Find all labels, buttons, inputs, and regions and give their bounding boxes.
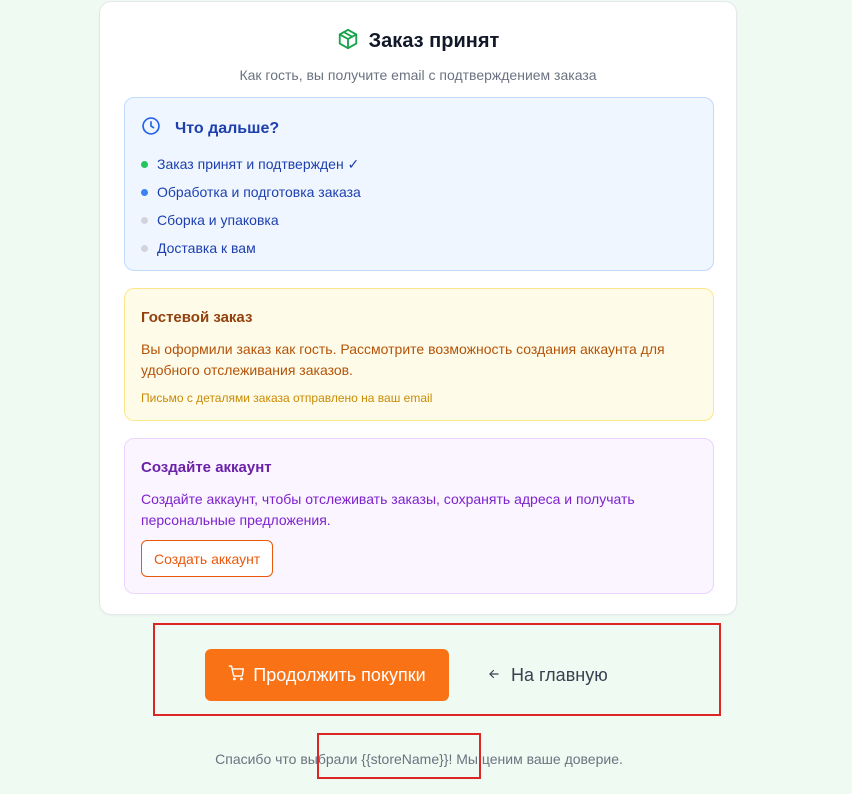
step-item: Обработка и подготовка заказа [141,178,361,206]
cart-icon [228,664,245,686]
next-steps-title: Что дальше? [175,119,280,137]
title-row: Заказ принят [337,28,500,55]
home-link-label: На главную [511,664,608,685]
status-dot [141,216,148,224]
next-steps-list: Заказ принят и подтвержден ✓ Обработка и… [141,150,361,262]
create-account-title: Создайте аккаунт [141,459,272,476]
step-label: Доставка к вам [157,240,256,256]
card-header: Заказ принят Как гость, вы получите emai… [100,28,736,83]
guest-order-title: Гостевой заказ [141,309,253,326]
step-item: Заказ принят и подтвержден ✓ [141,150,361,178]
order-confirmation-page: Заказ принят Как гость, вы получите emai… [0,0,852,794]
page-title: Заказ принят [368,30,500,52]
next-steps-panel: Что дальше? Заказ принят и подтвержден ✓… [124,97,714,271]
guest-order-panel: Гостевой заказ Вы оформили заказ как гос… [124,288,714,421]
create-account-panel: Создайте аккаунт Создайте аккаунт, чтобы… [124,438,714,594]
step-label: Заказ принят и подтвержден ✓ [157,155,360,172]
actions-highlight-box: Продолжить покупки На главную [153,623,721,716]
create-account-button[interactable]: Создать аккаунт [141,540,274,577]
status-dot [141,160,148,168]
package-icon [337,28,359,55]
step-label: Обработка и подготовка заказа [157,184,361,200]
continue-shopping-label: Продолжить покупки [253,664,426,685]
home-link[interactable]: На главную [481,649,614,701]
status-dot [141,244,148,252]
order-confirmation-card: Заказ принят Как гость, вы получите emai… [99,1,737,615]
footer-thanks-text: Спасибо что выбрали {{storeName}}! Мы це… [215,751,623,767]
status-dot [141,188,148,196]
guest-order-note: Письмо с деталями заказа отправлено на в… [141,391,433,405]
step-label: Сборка и упаковка [157,212,279,228]
arrow-left-icon [487,665,501,686]
continue-shopping-button[interactable]: Продолжить покупки [205,649,449,701]
clock-icon [141,116,161,141]
create-account-text: Создайте аккаунт, чтобы отслеживать зака… [141,491,635,528]
step-item: Сборка и упаковка [141,206,361,234]
step-item: Доставка к вам [141,234,361,262]
guest-order-text: Вы оформили заказ как гость. Рассмотрите… [141,341,665,378]
page-subtitle: Как гость, вы получите email с подтвержд… [239,67,597,83]
next-steps-header: Что дальше? [141,116,279,141]
